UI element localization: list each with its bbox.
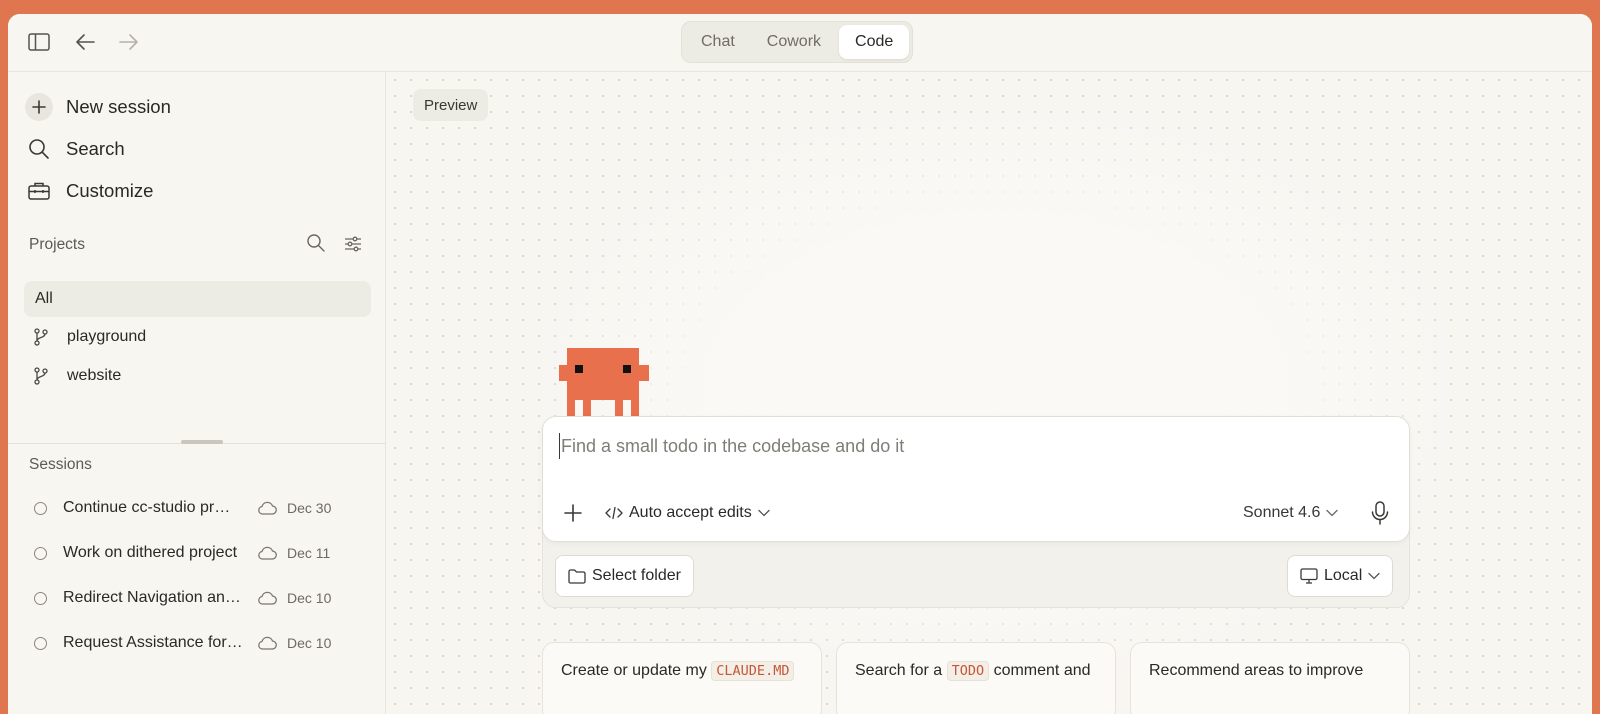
back-arrow-icon[interactable]	[71, 28, 99, 56]
monitor-icon	[1300, 568, 1318, 584]
sidebar-toggle-icon[interactable]	[25, 28, 53, 56]
microphone-icon[interactable]	[1368, 500, 1392, 526]
resize-handle[interactable]	[181, 440, 223, 444]
select-folder-label: Select folder	[592, 567, 681, 584]
status-circle-icon	[34, 546, 47, 560]
session-item[interactable]: Redirect Navigation an… Dec 10	[34, 584, 354, 612]
project-label: website	[67, 367, 122, 384]
model-label: Sonnet 4.6	[1243, 504, 1321, 521]
preview-button[interactable]: Preview	[413, 89, 489, 121]
session-item[interactable]: Work on dithered project Dec 11	[34, 539, 354, 567]
sessions-heading: Sessions	[29, 456, 92, 473]
session-title: Redirect Navigation an…	[63, 589, 241, 606]
customize-button[interactable]: Customize	[24, 174, 153, 208]
session-item[interactable]: Continue cc-studio pr… Dec 30	[34, 494, 354, 522]
forward-arrow-icon[interactable]	[115, 28, 143, 56]
status-circle-icon	[34, 636, 47, 650]
session-title: Work on dithered project	[63, 544, 238, 561]
suggestion-card[interactable]: Create or update my CLAUDE.MD	[542, 642, 822, 714]
suggestion-card[interactable]: Recommend areas to improve	[1130, 642, 1410, 714]
session-title: Continue cc-studio pr…	[63, 499, 231, 516]
suggestion-text: Recommend areas to improve	[1149, 662, 1364, 679]
git-branch-icon	[30, 328, 52, 346]
sidebar: New session Search Customize Projects Al…	[8, 72, 386, 714]
session-title: Request Assistance for…	[63, 634, 243, 651]
prompt-composer: Auto accept edits Sonnet 4.6	[542, 416, 1410, 542]
tab-cowork[interactable]: Cowork	[751, 25, 837, 59]
add-attachment-icon[interactable]	[561, 501, 585, 525]
project-search-icon[interactable]	[306, 233, 328, 255]
title-bar: Chat Cowork Code	[8, 14, 1592, 72]
session-date: Dec 10	[287, 635, 332, 651]
suggestion-code: TODO	[946, 661, 990, 681]
project-item[interactable]: playground	[30, 323, 146, 351]
customize-label: Customize	[66, 180, 154, 201]
environment-label: Local	[1324, 567, 1363, 584]
git-branch-icon	[30, 367, 52, 385]
main-panel: Preview Auto accept edits Sonnet 4.6	[387, 72, 1592, 714]
app-window: Chat Cowork Code New session Search Cust…	[8, 14, 1592, 714]
auto-accept-dropdown[interactable]: Auto accept edits	[605, 501, 770, 525]
search-label: Search	[66, 138, 125, 159]
session-date: Dec 30	[287, 500, 332, 516]
pixel-mascot-icon	[559, 348, 649, 418]
status-circle-icon	[34, 591, 47, 605]
suggestion-text: Create or update my	[561, 662, 712, 679]
filter-sliders-icon[interactable]	[344, 235, 364, 255]
suggestion-card[interactable]: Search for a TODO comment and	[836, 642, 1116, 714]
model-selector[interactable]: Sonnet 4.6	[1243, 501, 1339, 525]
environment-dropdown[interactable]: Local	[1287, 555, 1394, 597]
suggestion-suffix: comment and	[989, 662, 1091, 679]
project-all-label: All	[35, 290, 53, 307]
suggestion-code: CLAUDE.MD	[711, 661, 795, 681]
cloud-icon	[257, 546, 279, 560]
toolbox-icon	[24, 176, 54, 206]
status-circle-icon	[34, 501, 47, 515]
project-item[interactable]: website	[30, 362, 121, 390]
search-icon	[24, 134, 54, 164]
session-date: Dec 11	[287, 545, 331, 561]
session-item[interactable]: Request Assistance for… Dec 10	[34, 629, 354, 657]
cloud-icon	[257, 591, 279, 605]
mode-switcher: Chat Cowork Code	[681, 21, 913, 63]
chevron-down-icon	[1368, 572, 1380, 580]
tab-chat[interactable]: Chat	[685, 25, 751, 59]
cloud-icon	[257, 501, 279, 515]
chevron-down-icon	[758, 509, 770, 517]
select-folder-button[interactable]: Select folder	[555, 555, 694, 597]
projects-heading: Projects	[29, 236, 85, 253]
code-brackets-icon	[605, 506, 623, 520]
project-all[interactable]: All	[24, 281, 371, 317]
folder-icon	[568, 568, 586, 584]
session-date: Dec 10	[287, 590, 332, 606]
new-session-label: New session	[66, 96, 171, 117]
new-session-button[interactable]: New session	[24, 90, 171, 124]
prompt-input[interactable]	[559, 433, 1359, 459]
cloud-icon	[257, 636, 279, 650]
tab-code[interactable]: Code	[839, 25, 910, 59]
chevron-down-icon	[1326, 509, 1339, 517]
auto-accept-label: Auto accept edits	[629, 504, 752, 521]
search-button[interactable]: Search	[24, 132, 125, 166]
plus-icon	[24, 92, 54, 122]
project-label: playground	[67, 328, 147, 345]
suggestion-text: Search for a	[855, 662, 947, 679]
